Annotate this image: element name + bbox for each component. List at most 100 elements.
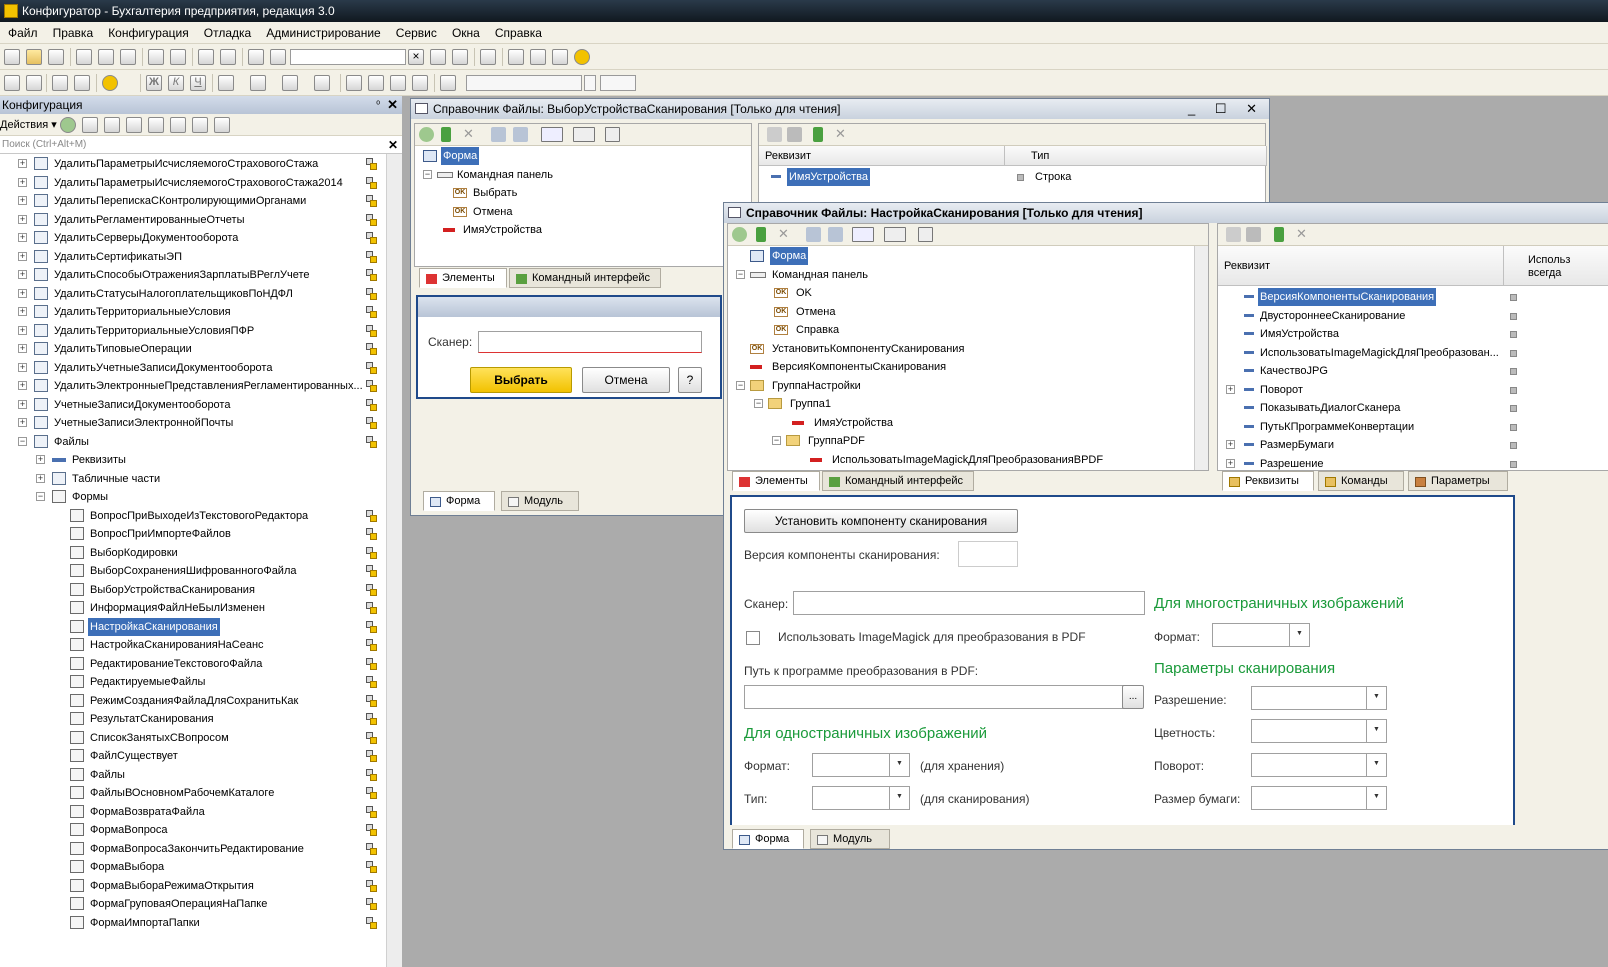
edit-icon[interactable] (441, 127, 451, 142)
tree-item[interactable]: ВыборКодировки (0, 544, 386, 562)
tree-item[interactable]: ВыборУстройстваСканирования (0, 581, 386, 599)
tree-item[interactable]: ВопросПриИмпортеФайлов (0, 525, 386, 543)
expand-icon[interactable]: + (18, 270, 27, 279)
tab-parameters[interactable]: Параметры (1408, 471, 1508, 491)
tree-item[interactable]: + УдалитьРегламентированныеОтчеты (0, 211, 386, 229)
expand-icon[interactable]: + (18, 399, 27, 409)
use-always-checkbox[interactable] (1510, 386, 1517, 394)
tree-item[interactable]: + УдалитьПерепискаСКонтролирующимиОрганам… (0, 192, 386, 210)
expand-icon[interactable]: + (18, 325, 27, 335)
chevron-down-icon[interactable]: ▼ (1366, 687, 1386, 709)
configuration-search[interactable]: Поиск (Ctrl+Alt+M) ✕ (0, 136, 402, 154)
element-row[interactable]: OK Отмена (417, 203, 737, 221)
tab-command-interface[interactable]: Командный интерфейс (822, 471, 974, 491)
edit-icon[interactable] (82, 117, 98, 133)
cut-icon[interactable] (76, 49, 92, 65)
scanner-input[interactable] (793, 591, 1145, 615)
help-button[interactable]: ? (678, 367, 702, 393)
tree-item[interactable]: + УдалитьСтатусыНалогоплательщиковПоНДФЛ (0, 285, 386, 303)
expand-icon[interactable]: + (18, 362, 27, 372)
expand-icon[interactable]: + (1226, 440, 1235, 449)
run-debug-icon[interactable] (102, 75, 118, 91)
delete-icon[interactable]: ✕ (1296, 227, 1311, 242)
search-icon[interactable] (270, 49, 286, 65)
element-row[interactable]: ИмяУстройства (417, 221, 737, 239)
tree-item[interactable]: ФормаВыбораРежимаОткрытия (0, 877, 386, 895)
element-row[interactable]: ИспользоватьImageMagickДляПреобразования… (730, 451, 1190, 469)
chevron-down-icon[interactable]: ▼ (1366, 754, 1386, 776)
use-always-checkbox[interactable] (1510, 423, 1517, 431)
tree-item[interactable]: + УдалитьТерриториальныеУсловияПФР (0, 322, 386, 340)
copy-icon[interactable] (98, 49, 114, 65)
tree-item[interactable]: РедактированиеТекстовогоФайла (0, 655, 386, 673)
tree-item[interactable]: + УдалитьПараметрыИсчисляемогоСтраховогоС… (0, 174, 386, 192)
multi-format-select[interactable]: ▼ (1212, 623, 1310, 647)
paste-icon[interactable] (120, 49, 136, 65)
tree-item[interactable]: ФормаВопросаЗакончитьРедактирование (0, 840, 386, 858)
collapse-icon[interactable]: − (423, 169, 432, 179)
sort-icon[interactable] (192, 117, 208, 133)
syntax-helper-icon[interactable] (530, 49, 546, 65)
collapse-icon[interactable]: − (736, 380, 745, 390)
element-row[interactable]: OK OK (730, 284, 1190, 302)
form-icon[interactable] (26, 75, 42, 91)
tree-item[interactable]: + УдалитьЭлектронныеПредставленияРегламен… (0, 377, 386, 395)
use-always-checkbox[interactable] (1510, 405, 1517, 412)
tab-elements[interactable]: Элементы (419, 268, 507, 288)
add-element-icon[interactable] (852, 227, 874, 242)
cancel-button[interactable]: Отмена (582, 367, 670, 393)
use-always-checkbox[interactable] (1510, 349, 1517, 357)
find-next-icon[interactable] (430, 49, 446, 65)
print-icon[interactable] (148, 49, 164, 65)
tree-item[interactable]: НастройкаСканированияНаСеанс (0, 636, 386, 654)
tree-item[interactable]: РезультатСканирования (0, 710, 386, 728)
copy-item-icon[interactable] (104, 117, 120, 133)
underline-icon[interactable]: Ч (190, 75, 206, 91)
use-always-checkbox[interactable] (1510, 460, 1517, 468)
font-size-combo[interactable] (600, 75, 636, 91)
add-element-icon[interactable] (541, 127, 563, 142)
align-right-icon[interactable] (390, 75, 406, 91)
actions-menu-button[interactable]: Действия ▾ (0, 119, 57, 131)
font-name-dropdown[interactable] (584, 75, 596, 91)
type-select[interactable]: ▼ (812, 786, 910, 810)
element-row[interactable]: OK Справка (730, 321, 1190, 339)
menu-edit[interactable]: Правка (47, 22, 100, 44)
tree-item[interactable]: + Реквизиты (0, 451, 386, 469)
attribute-row[interactable]: ИмяУстройства Строка (765, 168, 1255, 186)
highlight-icon[interactable] (314, 75, 330, 91)
expand-icon[interactable]: + (18, 159, 27, 168)
filter-icon[interactable] (214, 117, 230, 133)
attribute-row[interactable]: ПоказыватьДиалогСканера (1220, 399, 1520, 417)
paper-size-select[interactable]: ▼ (1251, 786, 1387, 810)
tree-item[interactable]: ИнформацияФайлНеБылИзменен (0, 599, 386, 617)
element-row[interactable]: Форма (730, 247, 1190, 265)
tree-item[interactable]: ВыборСохраненияШифрованногоФайла (0, 562, 386, 580)
element-row[interactable]: − ГруппаНастройки (730, 377, 1190, 395)
undo-icon[interactable] (198, 49, 214, 65)
window-controls[interactable]: _ ☐ ✕ (1188, 99, 1265, 119)
move-down-icon[interactable] (513, 127, 528, 142)
calculator-icon[interactable] (552, 49, 568, 65)
collapse-icon[interactable]: − (736, 269, 745, 279)
tree-item[interactable]: НастройкаСканирования (0, 617, 386, 636)
add-attribute-icon[interactable] (767, 127, 782, 142)
tree-item[interactable]: + УдалитьТерриториальныеУсловия (0, 303, 386, 321)
expand-icon[interactable]: + (18, 214, 27, 224)
use-always-checkbox[interactable] (1510, 442, 1517, 449)
tab-form[interactable]: Форма (732, 829, 804, 849)
tree-item[interactable]: − Файлы (0, 433, 386, 451)
tree-item[interactable]: ФайлыВОсновномРабочемКаталоге (0, 784, 386, 802)
element-row[interactable]: OK УстановитьКомпонентуСканирования (730, 340, 1190, 358)
menu-windows[interactable]: Окна (446, 22, 486, 44)
new-icon[interactable] (4, 49, 20, 65)
expand-icon[interactable]: + (36, 455, 45, 464)
tab-attributes[interactable]: Реквизиты (1222, 471, 1314, 491)
delete-icon[interactable]: ✕ (778, 227, 793, 242)
color-select[interactable]: ▼ (1251, 719, 1387, 743)
edit-icon[interactable] (813, 127, 823, 142)
chevron-down-icon[interactable]: ▼ (1289, 624, 1309, 646)
database-icon[interactable] (52, 75, 68, 91)
layout-icon[interactable] (605, 127, 620, 142)
italic-icon[interactable]: К (168, 75, 184, 91)
